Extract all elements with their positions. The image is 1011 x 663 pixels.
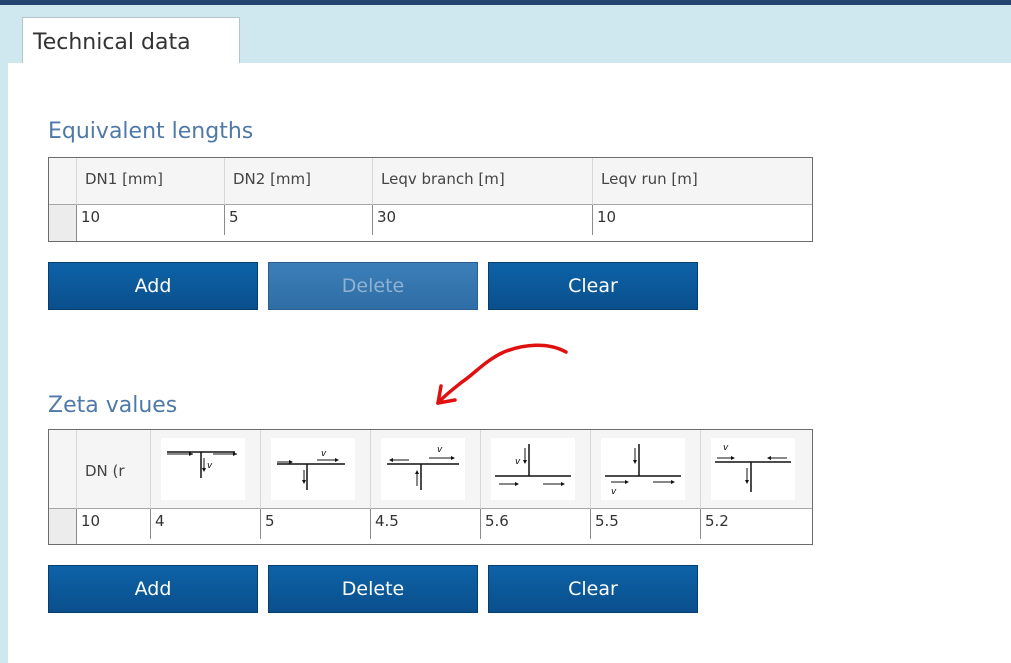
zeta-values-title: Zeta values <box>48 393 178 418</box>
tee-converging-run-icon: v <box>715 443 791 492</box>
cell-value: 10 <box>81 512 101 530</box>
equivalent-add-button[interactable]: Add <box>48 262 258 310</box>
column-label: DN1 [mm] <box>85 170 164 188</box>
equivalent-lengths-title: Equivalent lengths <box>48 119 254 144</box>
table-cell-zeta[interactable]: 5.6 <box>481 509 591 539</box>
tee-diverging-branch-up-icon: v <box>605 444 681 497</box>
svg-text:v: v <box>437 445 443 455</box>
svg-text:v: v <box>723 443 729 453</box>
fitting-image: v <box>161 438 245 500</box>
grid-corner <box>49 430 77 509</box>
annotation-arrow-icon <box>436 343 568 405</box>
table-cell-zeta[interactable]: 4 <box>151 509 261 539</box>
content-panel: Equivalent lengths DN1 [mm] DN2 [mm] Leq… <box>10 63 1011 663</box>
grid-corner <box>49 158 77 205</box>
column-header-dn[interactable]: DN (r <box>77 430 151 509</box>
tab-label: Technical data <box>33 30 191 55</box>
table-cell-leqv-branch[interactable]: 30 <box>373 205 593 235</box>
cell-value: 4 <box>155 512 165 530</box>
svg-text:v: v <box>611 487 617 497</box>
column-header-zeta-2[interactable]: v <box>261 430 371 509</box>
equivalent-lengths-grid[interactable]: DN1 [mm] DN2 [mm] Leqv branch [m] Leqv r… <box>48 157 813 242</box>
column-header-dn2[interactable]: DN2 [mm] <box>225 158 373 205</box>
tee-diverging-branch-down-icon: v <box>167 451 237 478</box>
column-header-leqv-run[interactable]: Leqv run [m] <box>593 158 812 205</box>
table-cell-dn[interactable]: 10 <box>77 509 151 539</box>
column-header-leqv-branch[interactable]: Leqv branch [m] <box>373 158 593 205</box>
grid-filler <box>77 235 812 241</box>
table-cell-leqv-run[interactable]: 10 <box>593 205 812 235</box>
fitting-image: v <box>381 438 465 500</box>
table-cell-zeta[interactable]: 5.5 <box>591 509 701 539</box>
cell-value: 5.5 <box>595 512 619 530</box>
column-header-zeta-5[interactable]: v <box>591 430 701 509</box>
column-header-zeta-4[interactable]: v <box>481 430 591 509</box>
equivalent-delete-button[interactable]: Delete <box>268 262 478 310</box>
zeta-add-button[interactable]: Add <box>48 565 258 613</box>
zeta-clear-button[interactable]: Clear <box>488 565 698 613</box>
tee-converging-branch-down-icon: v <box>495 444 571 486</box>
cell-value: 5.6 <box>485 512 509 530</box>
tab-strip: Technical data <box>8 5 1011 71</box>
fitting-image: v <box>711 438 795 500</box>
row-selector[interactable] <box>49 509 77 544</box>
table-cell-zeta[interactable]: 5 <box>261 509 371 539</box>
cell-value: 10 <box>597 208 617 226</box>
column-label: DN (r <box>85 462 125 480</box>
svg-text:v: v <box>321 449 327 459</box>
window-left-border <box>0 5 8 663</box>
fitting-image: v <box>271 438 355 500</box>
cell-value: 5 <box>229 208 239 226</box>
equivalent-clear-button[interactable]: Clear <box>488 262 698 310</box>
column-header-zeta-6[interactable]: v <box>701 430 812 509</box>
table-cell-dn2[interactable]: 5 <box>225 205 373 235</box>
cell-value: 4.5 <box>375 512 399 530</box>
zeta-delete-button[interactable]: Delete <box>268 565 478 613</box>
column-header-zeta-1[interactable]: v <box>151 430 261 509</box>
tee-diverging-run-right-icon: v <box>277 449 345 490</box>
fitting-image: v <box>601 438 685 500</box>
tee-converging-branch-up-icon: v <box>387 445 459 490</box>
table-cell-zeta[interactable]: 4.5 <box>371 509 481 539</box>
row-selector[interactable] <box>49 205 77 241</box>
cell-value: 5 <box>265 512 275 530</box>
fitting-image: v <box>491 438 575 500</box>
svg-text:v: v <box>515 457 521 467</box>
table-cell-dn1[interactable]: 10 <box>77 205 225 235</box>
zeta-values-grid[interactable]: DN (r v v v v v v 10 4 5 4.5 5.6 5.5 5.2 <box>48 429 813 545</box>
cell-value: 5.2 <box>705 512 729 530</box>
column-header-zeta-3[interactable]: v <box>371 430 481 509</box>
svg-text:v: v <box>207 461 213 471</box>
column-label: Leqv run [m] <box>601 170 698 188</box>
column-label: DN2 [mm] <box>233 170 312 188</box>
cell-value: 10 <box>81 208 101 226</box>
column-header-dn1[interactable]: DN1 [mm] <box>77 158 225 205</box>
table-cell-zeta[interactable]: 5.2 <box>701 509 812 539</box>
cell-value: 30 <box>377 208 397 226</box>
column-label: Leqv branch [m] <box>381 170 505 188</box>
